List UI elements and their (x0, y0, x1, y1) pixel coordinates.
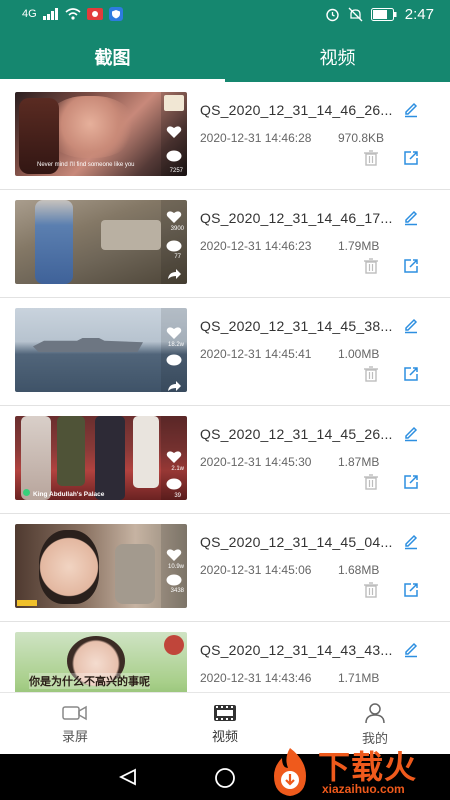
share-icon[interactable] (402, 257, 420, 275)
file-size: 1.87MB (338, 455, 380, 469)
thumb-stat: 7257 (169, 168, 183, 174)
comment-icon (166, 240, 182, 252)
delete-icon[interactable] (362, 581, 380, 599)
edit-icon[interactable] (402, 208, 420, 226)
status-left: 4G (22, 7, 123, 21)
tab-bar: 截图 视频 (0, 32, 450, 82)
list-item[interactable]: 10.9w 3438 QS_2020_12_31_14_45_04... 202… (0, 514, 450, 622)
watermark: 下载火 xiazaihuo.com (260, 740, 450, 800)
thumb-stat: 77 (174, 254, 181, 260)
camera-icon (62, 705, 87, 720)
thumb-caption: King Abdullah's Palace (33, 491, 105, 498)
alarm-icon (326, 8, 339, 22)
delete-icon[interactable] (362, 257, 380, 275)
file-name: QS_2020_12_31_14_45_26... (200, 426, 393, 442)
file-name: QS_2020_12_31_14_45_38... (200, 318, 393, 334)
wifi-icon (65, 8, 81, 20)
edit-icon[interactable] (402, 316, 420, 334)
heart-icon (166, 126, 182, 138)
signal-icon (42, 8, 58, 20)
list-item[interactable]: 3900 77 QS_2020_12_31_14_46_17... 2020-1… (0, 190, 450, 298)
file-date: 2020-12-31 14:45:06 (200, 563, 312, 577)
file-name: QS_2020_12_31_14_45_04... (200, 534, 393, 550)
edit-icon[interactable] (402, 100, 420, 118)
thumbnail[interactable]: 你是为什么不高兴的事呢 (15, 632, 187, 692)
thumbnail[interactable]: 10.9w 3438 (15, 524, 187, 608)
thumb-stat: 10.9w (167, 564, 184, 570)
forward-icon (168, 381, 181, 391)
battery-icon (370, 8, 397, 21)
person-icon (365, 702, 385, 723)
file-date: 2020-12-31 14:45:30 (200, 455, 312, 469)
tab-screenshots[interactable]: 截图 (0, 32, 225, 82)
list-item[interactable]: 7257 Never mind I'll find someone like y… (0, 82, 450, 190)
clock: 2:47 (404, 6, 434, 23)
tab-label: 截图 (94, 48, 131, 68)
thumb-stat: 3438 (170, 588, 184, 594)
nav-label: 视频 (211, 728, 238, 744)
thumbnail[interactable]: 3900 77 (15, 200, 187, 284)
file-size: 1.68MB (338, 563, 380, 577)
nav-label: 录屏 (61, 728, 88, 744)
shield-icon (108, 7, 123, 21)
delete-icon[interactable] (362, 473, 380, 491)
tab-videos[interactable]: 视频 (225, 32, 450, 82)
delete-icon[interactable] (362, 149, 380, 167)
forward-icon (168, 269, 181, 279)
thumb-caption: 你是为什么不高兴的事呢 (29, 673, 150, 689)
comment-icon (166, 150, 182, 162)
heart-icon (166, 211, 182, 223)
file-date: 2020-12-31 14:46:23 (200, 239, 312, 253)
file-name: QS_2020_12_31_14_46_17... (200, 210, 393, 226)
back-icon[interactable] (118, 768, 138, 786)
heart-icon (166, 327, 182, 339)
share-icon[interactable] (402, 365, 420, 383)
file-list: 7257 Never mind I'll find someone like y… (0, 82, 450, 692)
nav-record[interactable]: 录屏 (0, 693, 150, 755)
comment-icon (166, 354, 182, 366)
thumb-stat: 18.2w (167, 342, 184, 348)
heart-icon (166, 451, 182, 463)
network-label: 4G (22, 8, 37, 20)
list-item[interactable]: 你是为什么不高兴的事呢 QS_2020_12_31_14_43_43... 20… (0, 622, 450, 692)
thumb-stat: 3900 (170, 226, 184, 232)
edit-icon[interactable] (402, 532, 420, 550)
comment-icon (166, 574, 182, 586)
edit-icon[interactable] (402, 424, 420, 442)
thumb-stat: 39 (174, 493, 181, 499)
film-icon (214, 704, 236, 721)
status-bar: 4G 2:47 (0, 0, 450, 32)
thumbnail[interactable]: 2.1w 39 King Abdullah's Palace (15, 416, 187, 500)
comment-icon (166, 478, 182, 490)
edit-icon[interactable] (402, 640, 420, 658)
home-icon[interactable] (214, 767, 236, 789)
thumb-caption: Never mind I'll find someone like you (37, 162, 135, 168)
share-icon[interactable] (402, 581, 420, 599)
mute-icon (348, 7, 363, 22)
share-icon[interactable] (402, 149, 420, 167)
list-item[interactable]: 2.1w 39 King Abdullah's Palace QS_2020_1… (0, 406, 450, 514)
file-name: QS_2020_12_31_14_43_43... (200, 642, 393, 658)
share-icon[interactable] (402, 473, 420, 491)
watermark-url: xiazaihuo.com (322, 782, 405, 796)
file-name: QS_2020_12_31_14_46_26... (200, 102, 393, 118)
file-size: 970.8KB (338, 131, 385, 145)
file-size: 1.79MB (338, 239, 380, 253)
fire-logo-icon (274, 748, 306, 796)
list-item[interactable]: 18.2w QS_2020_12_31_14_45_38... 2020-12-… (0, 298, 450, 406)
thumb-stat: 2.1w (171, 466, 184, 472)
file-date: 2020-12-31 14:45:41 (200, 347, 312, 361)
status-right: 2:47 (325, 6, 434, 23)
file-date: 2020-12-31 14:46:28 (200, 131, 312, 145)
delete-icon[interactable] (362, 365, 380, 383)
record-indicator-icon (86, 8, 103, 20)
thumbnail[interactable]: 7257 Never mind I'll find someone like y… (15, 92, 187, 176)
tab-label: 视频 (319, 48, 356, 68)
file-size: 1.71MB (338, 671, 380, 685)
file-date: 2020-12-31 14:43:46 (200, 671, 312, 685)
heart-icon (166, 549, 182, 561)
file-size: 1.00MB (338, 347, 380, 361)
thumbnail[interactable]: 18.2w (15, 308, 187, 392)
